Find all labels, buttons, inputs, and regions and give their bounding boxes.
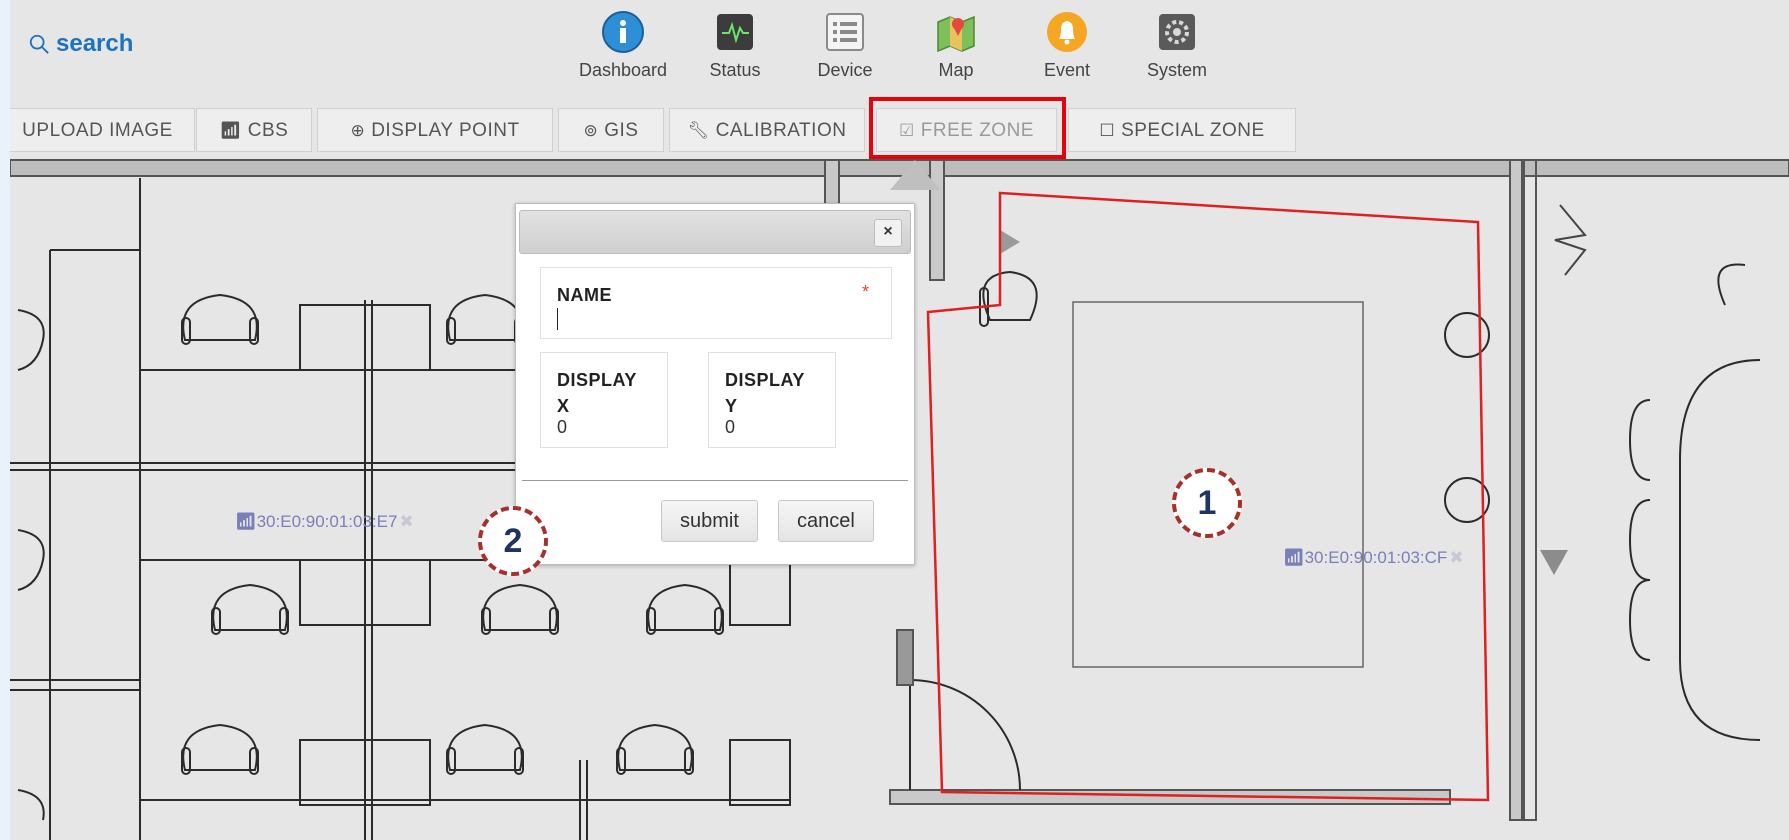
wifi-icon: 📶︎ [219,121,242,140]
dialog-titlebar[interactable]: × [519,210,911,254]
search-icon [29,34,49,54]
nav-status-label: Status [709,60,761,80]
square-icon: ☐ [1099,121,1116,140]
upload-image-label: UPLOAD IMAGE [22,120,173,141]
display-x-label: DISPLAY X [557,370,637,416]
gis-button[interactable]: ⊚ GIS [558,108,664,152]
nav-status[interactable]: Status [675,10,795,81]
special-zone-button[interactable]: ☐ SPECIAL ZONE [1068,108,1296,152]
zone-dialog: × NAME * DISPLAY X 0 DISPLAY Y 0 submit … [515,203,915,565]
cbs-label: CBS [247,120,289,141]
nav-dashboard-label: Dashboard [578,60,668,80]
nav-map[interactable]: Map [896,10,1016,81]
info-icon [602,11,644,53]
nav-device-label: Device [817,60,873,80]
display-y-label: DISPLAY Y [725,370,805,416]
map-icon [937,15,975,53]
compass-icon: ⊚ [583,121,599,140]
display-x-value[interactable]: 0 [557,417,567,438]
name-field[interactable]: NAME * [540,267,892,339]
upload-image-button[interactable]: UPLOAD IMAGE [10,108,195,152]
nav-event[interactable]: Event [1007,10,1127,81]
cancel-button[interactable]: cancel [778,500,874,542]
access-point-label[interactable]: 📶︎30:E0:90:01:03:E7 ✖ [235,512,414,532]
access-point-id: 30:E0:90:01:03:CF [1304,548,1448,567]
plus-circle-icon: ⊕ [350,121,366,140]
display-point-button[interactable]: ⊕ DISPLAY POINT [317,108,553,152]
free-zone-highlight [869,97,1066,159]
special-zone-label: SPECIAL ZONE [1121,120,1265,141]
callout-marker-2: 2 [478,506,548,576]
dialog-divider [522,480,908,481]
required-marker: * [861,282,869,302]
name-label: NAME [557,285,612,305]
access-point-id: 30:E0:90:01:03:E7 [256,512,398,531]
remove-icon[interactable]: ✖ [399,512,413,531]
display-x-field[interactable]: DISPLAY X 0 [540,352,668,448]
nav-device[interactable]: Device [785,10,905,81]
search-link[interactable]: search [28,30,133,58]
cbs-button[interactable]: 📶︎ CBS [196,108,312,152]
text-cursor [557,308,558,330]
display-y-field[interactable]: DISPLAY Y 0 [708,352,836,448]
nav-event-label: Event [1043,60,1091,80]
gis-label: GIS [604,120,639,141]
wifi-icon: 📶︎ [1283,548,1305,567]
search-label: search [56,30,134,57]
display-point-label: DISPLAY POINT [371,120,520,141]
map-toolbar: UPLOAD IMAGE 📶︎ CBS ⊕ DISPLAY POINT ⊚ GIS 🔧… [10,97,1789,159]
monitor-icon [717,14,753,50]
display-y-value[interactable]: 0 [725,417,735,438]
left-edge-strip [0,0,10,840]
wifi-icon: 📶︎ [235,512,257,531]
calibration-button[interactable]: 🔧︎ CALIBRATION [669,108,865,152]
access-point-label[interactable]: 📶︎30:E0:90:01:03:CF ✖ [1283,548,1464,568]
callout-marker-1: 1 [1172,468,1242,538]
nav-system-label: System [1146,60,1207,80]
remove-icon[interactable]: ✖ [1449,548,1463,567]
submit-button[interactable]: submit [661,500,758,542]
close-icon[interactable]: × [874,219,902,247]
calibration-label: CALIBRATION [715,120,847,141]
list-icon [826,13,864,51]
nav-dashboard[interactable]: Dashboard [563,10,683,81]
map-editor: search Dashboard Status Device Map Event… [10,0,1789,840]
bell-icon [1047,12,1087,52]
nav-map-label: Map [938,60,974,80]
wrench-icon: 🔧︎ [687,121,710,140]
gear-icon [1159,14,1195,50]
nav-system[interactable]: System [1117,10,1237,81]
